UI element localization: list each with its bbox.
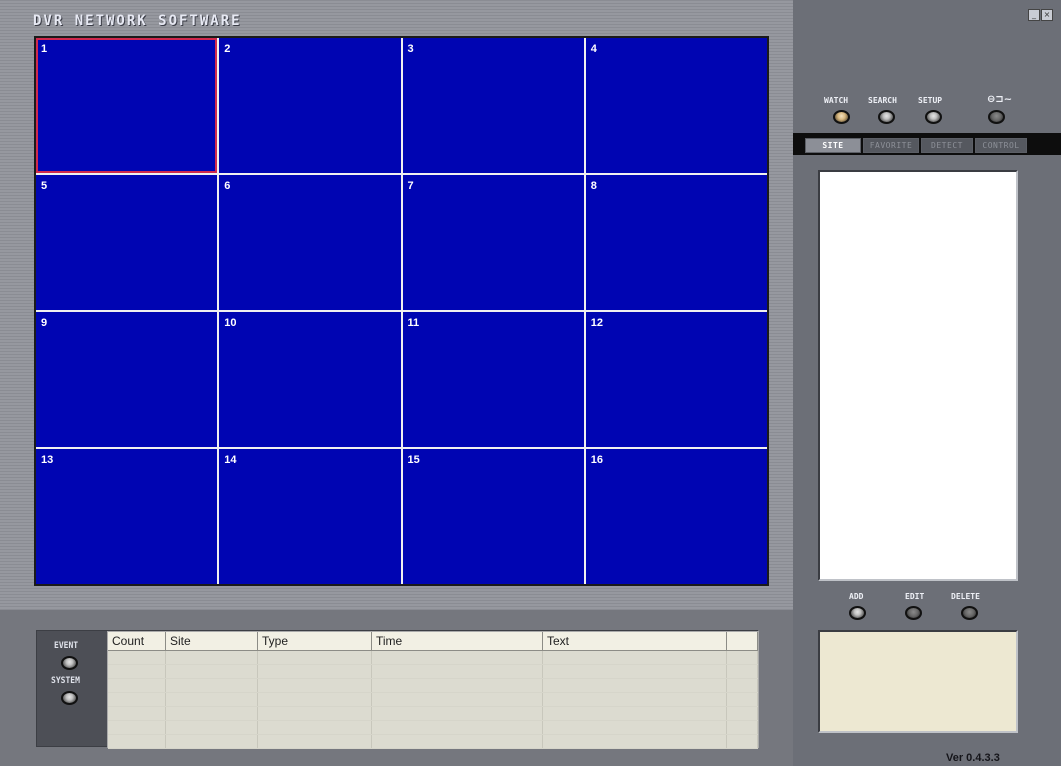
event-button[interactable]: [61, 656, 78, 670]
event-log-table[interactable]: Count Site Type Time Text: [107, 631, 759, 749]
channel-cell-1[interactable]: 1: [36, 38, 218, 173]
column-header-count[interactable]: Count: [108, 632, 166, 651]
search-label: SEARCH: [868, 96, 897, 105]
channel-number: 14: [224, 454, 237, 466]
column-header-time[interactable]: Time: [371, 632, 543, 651]
channel-cell-2[interactable]: 2: [219, 38, 401, 173]
channel-number: 9: [41, 317, 48, 329]
version-label: Ver 0.4.3.3: [946, 752, 1000, 764]
watch-button[interactable]: [833, 110, 850, 124]
table-row: [108, 678, 758, 693]
table-row: [108, 720, 758, 735]
channel-cell-3[interactable]: 3: [402, 38, 584, 173]
channel-number: 8: [590, 180, 597, 192]
setup-label: SETUP: [918, 96, 943, 105]
channel-cell-8[interactable]: 8: [585, 175, 767, 310]
search-button[interactable]: [878, 110, 895, 124]
channel-cell-14[interactable]: 14: [219, 449, 401, 584]
channel-cell-5[interactable]: 5: [36, 175, 218, 310]
channel-number: 2: [224, 43, 231, 55]
table-row: [108, 650, 758, 665]
table-row: [108, 706, 758, 721]
system-label: SYSTEM: [51, 675, 80, 686]
channel-number: 4: [590, 43, 597, 55]
channel-cell-16[interactable]: 16: [585, 449, 767, 584]
channel-cell-11[interactable]: 11: [402, 312, 584, 447]
channel-number: 3: [407, 43, 414, 55]
table-header-row: Count Site Type Time Text: [108, 632, 758, 651]
channel-cell-12[interactable]: 12: [585, 312, 767, 447]
tab-bar: SITE FAVORITE DETECT CONTROL: [793, 133, 1061, 155]
channel-cell-6[interactable]: 6: [219, 175, 401, 310]
app-title: DVR NETWORK SOFTWARE: [33, 13, 242, 29]
watch-label: WATCH: [824, 96, 849, 105]
channel-number: 11: [407, 317, 420, 329]
channel-cell-4[interactable]: 4: [585, 38, 767, 173]
channel-cell-9[interactable]: 9: [36, 312, 218, 447]
channel-number: 1: [41, 43, 48, 55]
channel-number: 16: [590, 454, 603, 466]
channel-number: 13: [41, 454, 54, 466]
site-list[interactable]: [818, 170, 1018, 581]
delete-site-button[interactable]: [961, 606, 978, 620]
channel-number: 6: [224, 180, 231, 192]
delete-label: DELETE: [951, 592, 980, 601]
channel-number: 10: [224, 317, 237, 329]
table-row: [108, 692, 758, 707]
channel-number: 12: [590, 317, 603, 329]
close-icon[interactable]: ×: [1041, 9, 1053, 21]
table-row: [108, 734, 758, 749]
column-header-text[interactable]: Text: [542, 632, 727, 651]
system-button[interactable]: [61, 691, 78, 705]
event-label: EVENT: [54, 640, 79, 651]
event-panel-frame: EVENT SYSTEM Count Site Type Time Text: [36, 630, 759, 749]
channel-number: 5: [41, 180, 48, 192]
add-label: ADD: [849, 592, 864, 601]
column-header-site[interactable]: Site: [165, 632, 258, 651]
column-header-filler: [726, 632, 758, 651]
site-info-box: [818, 630, 1018, 733]
channel-cell-10[interactable]: 10: [219, 312, 401, 447]
channel-grid: 1 2 3 4 5 6 7 8 9 10 11 12 13 14 15 16: [34, 36, 769, 586]
tab-site[interactable]: SITE: [805, 138, 861, 153]
event-panel: EVENT SYSTEM Count Site Type Time Text: [0, 610, 793, 766]
edit-site-button[interactable]: [905, 606, 922, 620]
control-panel: _ × WATCH SEARCH SETUP ⊖⊐~ SITE FAVORITE…: [793, 0, 1061, 766]
column-header-type[interactable]: Type: [257, 632, 372, 651]
channel-cell-15[interactable]: 15: [402, 449, 584, 584]
add-site-button[interactable]: [849, 606, 866, 620]
tab-detect[interactable]: DETECT: [921, 138, 973, 153]
tab-control[interactable]: CONTROL: [975, 138, 1027, 153]
edit-label: EDIT: [905, 592, 925, 601]
connect-button[interactable]: [988, 110, 1005, 124]
setup-button[interactable]: [925, 110, 942, 124]
channel-cell-7[interactable]: 7: [402, 175, 584, 310]
main-view-area: DVR NETWORK SOFTWARE 1 2 3 4 5 6 7 8 9 1…: [0, 0, 793, 610]
channel-cell-13[interactable]: 13: [36, 449, 218, 584]
plug-connect-icon: ⊖⊐~: [987, 94, 1013, 105]
table-row: [108, 664, 758, 679]
channel-number: 7: [407, 180, 414, 192]
tab-favorite[interactable]: FAVORITE: [863, 138, 919, 153]
minimize-icon[interactable]: _: [1028, 9, 1040, 21]
channel-number: 15: [407, 454, 420, 466]
